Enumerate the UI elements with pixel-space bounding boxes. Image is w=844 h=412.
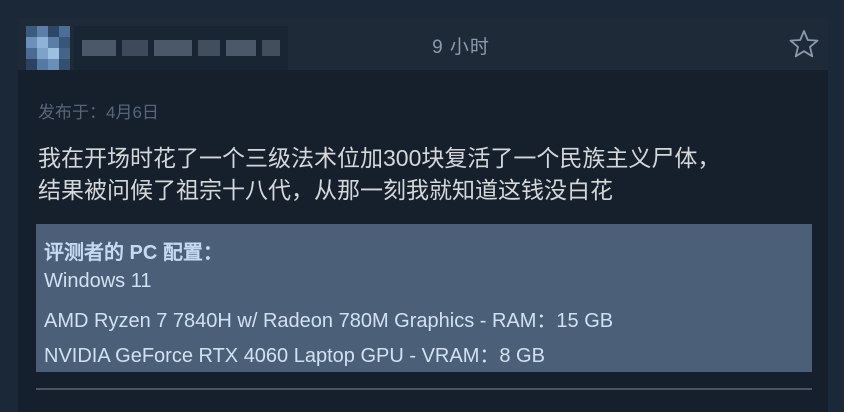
specs-cpu: AMD Ryzen 7 7840H w/ Radeon 780M Graphic… — [44, 310, 614, 332]
specs-gpu: NVIDIA GeForce RTX 4060 Laptop GPU - VRA… — [44, 345, 545, 367]
posted-date: 发布于：4月6日 — [38, 103, 159, 122]
username-blurred[interactable] — [74, 26, 288, 70]
specs-title: 评测者的 PC 配置： — [44, 242, 223, 264]
divider — [36, 388, 812, 390]
review-header: 9 小时 — [18, 18, 828, 70]
specs-os: Windows 11 — [44, 270, 152, 292]
review-card: 9 小时 发布于：4月6日 我在开场时花了一个三级法术位加300块复活了一个民族… — [18, 18, 828, 412]
playtime-hours: 9 小时 — [432, 37, 490, 58]
review-text: 我在开场时花了一个三级法术位加300块复活了一个民族主义尸体， 结果被问候了祖宗… — [38, 142, 818, 206]
star-outline-icon[interactable] — [788, 28, 820, 60]
review-text-line: 我在开场时花了一个三级法术位加300块复活了一个民族主义尸体， — [38, 145, 721, 171]
user-avatar[interactable] — [26, 26, 70, 70]
pc-specs-box: 评测者的 PC 配置： Windows 11 AMD Ryzen 7 7840H… — [36, 224, 812, 372]
review-text-line: 结果被问候了祖宗十八代，从那一刻我就知道这钱没白花 — [38, 177, 613, 203]
